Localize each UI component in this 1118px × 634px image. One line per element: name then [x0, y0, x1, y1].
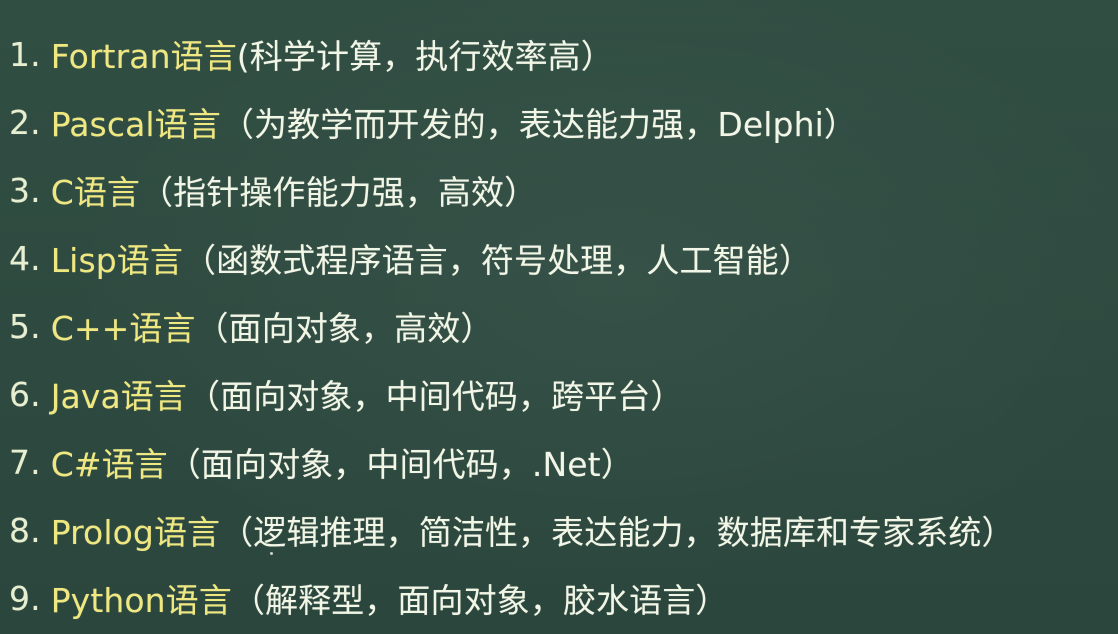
- list-item-java: 6. Java语言 （面向对象，中间代码，跨平台）: [9, 360, 1118, 428]
- list-item-fortran: 1. Fortran语言 (科学计算，执行效率高）: [9, 20, 1118, 88]
- language-name: Java语言: [50, 377, 187, 416]
- language-description: （指针操作能力强，高效）: [140, 173, 538, 212]
- language-description: （为教学而开发的，表达能力强，Delphi）: [220, 105, 857, 144]
- language-name: Lisp语言: [50, 241, 183, 280]
- language-name: Prolog语言: [50, 513, 221, 552]
- chalk-dot: [270, 552, 273, 555]
- item-number: 7.: [9, 442, 41, 482]
- language-description: （解释型，面向对象，胶水语言）: [231, 581, 729, 620]
- language-name: C#语言: [50, 445, 168, 484]
- list-item-lisp: 4. Lisp语言 （函数式程序语言，符号处理，人工智能）: [9, 224, 1118, 292]
- chalkboard: 1. Fortran语言 (科学计算，执行效率高） 2. Pascal语言 （为…: [0, 0, 1118, 634]
- list-item-python: 9. Python语言 （解释型，面向对象，胶水语言）: [9, 564, 1118, 632]
- language-description: （面向对象，高效）: [195, 309, 494, 348]
- item-number: 1.: [9, 34, 41, 74]
- language-description: （函数式程序语言，符号处理，人工智能）: [182, 241, 812, 280]
- list-item-prolog: 8. Prolog语言 （逻辑推理，简洁性，表达能力，数据库和专家系统）: [9, 496, 1118, 564]
- language-name: Pascal语言: [50, 105, 221, 144]
- list-item-cpp: 5. C++语言 （面向对象，高效）: [9, 292, 1118, 360]
- language-description: （逻辑推理，简洁性，表达能力，数据库和专家系统）: [220, 513, 1015, 552]
- list-item-pascal: 2. Pascal语言 （为教学而开发的，表达能力强，Delphi）: [9, 88, 1118, 156]
- item-number: 3.: [9, 170, 41, 210]
- list-item-csharp: 7. C#语言 （面向对象，中间代码，.Net）: [9, 428, 1118, 496]
- item-number: 6.: [9, 374, 41, 414]
- item-number: 2.: [9, 102, 41, 142]
- language-name: Python语言: [50, 581, 232, 620]
- language-name: C语言: [50, 173, 141, 212]
- language-description: （面向对象，中间代码，.Net）: [167, 445, 634, 484]
- item-number: 4.: [9, 238, 41, 278]
- item-number: 5.: [9, 306, 41, 346]
- language-name: C++语言: [50, 309, 196, 348]
- list-item-c: 3. C语言 （指针操作能力强，高效）: [9, 156, 1118, 224]
- language-name: Fortran语言: [50, 37, 237, 76]
- language-description: （面向对象，中间代码，跨平台）: [187, 377, 684, 416]
- language-description: (科学计算，执行效率高）: [236, 37, 614, 76]
- item-number: 9.: [9, 578, 41, 618]
- item-number: 8.: [9, 510, 41, 550]
